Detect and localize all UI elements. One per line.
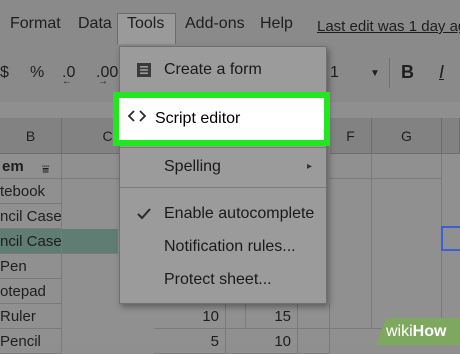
increase-decimal-arrow-icon: → bbox=[98, 76, 108, 87]
table-row[interactable]: tebook bbox=[0, 179, 62, 204]
menu-item-protect-sheet[interactable]: Protect sheet... bbox=[120, 263, 326, 297]
cell-e-pencil[interactable] bbox=[298, 329, 330, 354]
table-row[interactable]: otepad bbox=[0, 279, 62, 304]
code-brackets-icon bbox=[125, 99, 149, 133]
cell-pencil-value-a[interactable]: 5 bbox=[154, 329, 226, 354]
italic-button[interactable]: I bbox=[439, 62, 444, 83]
checkmark-icon bbox=[132, 197, 156, 231]
column-header-b[interactable]: B bbox=[0, 118, 62, 154]
form-icon bbox=[132, 53, 156, 87]
cell-f-block[interactable] bbox=[330, 179, 372, 329]
table-row[interactable]: Ruler bbox=[0, 304, 62, 329]
cell-f1[interactable] bbox=[330, 154, 372, 179]
cell-e-ruler[interactable] bbox=[298, 304, 330, 329]
watermark-how: How bbox=[412, 323, 447, 340]
menu-format[interactable]: Format bbox=[10, 12, 61, 36]
table-row-selected[interactable]: ncil Case bbox=[0, 229, 62, 254]
cell-g1[interactable] bbox=[372, 154, 442, 179]
menu-item-label: Script editor bbox=[155, 110, 241, 127]
table-row[interactable]: ncil Case bbox=[0, 204, 62, 229]
last-edit-link[interactable]: Last edit was 1 day ago bbox=[317, 18, 460, 35]
menu-item-notification-rules[interactable]: Notification rules... bbox=[120, 230, 326, 264]
menu-divider bbox=[120, 147, 326, 148]
menu-item-label: Notification rules... bbox=[164, 238, 296, 255]
menu-divider bbox=[120, 187, 326, 188]
column-header-g[interactable]: G bbox=[372, 118, 442, 154]
menu-item-spelling[interactable]: Spelling ▸ bbox=[120, 150, 326, 184]
cell-ruler-value-a[interactable]: 10 bbox=[154, 304, 226, 329]
bold-button[interactable]: B bbox=[401, 62, 414, 83]
menu-item-label: Protect sheet... bbox=[164, 271, 272, 288]
toolbar-divider bbox=[389, 58, 390, 88]
table-row[interactable]: Pen bbox=[0, 254, 62, 279]
percent-format-button[interactable]: % bbox=[30, 64, 44, 82]
submenu-arrow-icon: ▸ bbox=[306, 161, 312, 172]
column-header-next[interactable] bbox=[442, 118, 460, 154]
menu-item-label: Enable autocomplete bbox=[164, 205, 315, 222]
table-row[interactable]: Pencil bbox=[0, 329, 62, 354]
menu-item-script-editor[interactable]: Script editor bbox=[113, 92, 330, 146]
menu-item-label: Create a form bbox=[164, 61, 262, 78]
watermark-wiki: wiki bbox=[386, 323, 413, 340]
column-header-f[interactable]: F bbox=[330, 118, 372, 154]
menu-add-ons[interactable]: Add-ons bbox=[185, 12, 245, 36]
font-size-dropdown-icon[interactable]: ▼ bbox=[370, 68, 380, 79]
menu-item-label: Spelling bbox=[164, 158, 221, 175]
wikihow-watermark: wikiHow bbox=[376, 318, 460, 345]
menu-item-enable-autocomplete[interactable]: Enable autocomplete bbox=[120, 197, 326, 231]
decrease-decimal-arrow-icon: ← bbox=[62, 76, 72, 87]
selected-cell[interactable] bbox=[441, 226, 460, 251]
cell-ruler-value-b[interactable]: 15 bbox=[226, 304, 298, 329]
font-size-input[interactable]: 1 bbox=[330, 64, 339, 82]
menu-data[interactable]: Data bbox=[78, 12, 112, 36]
table-row-selected-c[interactable] bbox=[62, 229, 118, 254]
menu-help[interactable]: Help bbox=[260, 12, 293, 36]
tools-dropdown-menu: Create a form Spelling ▸ Enable autocomp… bbox=[119, 46, 327, 304]
cell-pencil-value-b[interactable]: 10 bbox=[226, 329, 298, 354]
cell-g-block[interactable] bbox=[372, 179, 442, 329]
menu-item-create-form[interactable]: Create a form bbox=[120, 53, 326, 87]
currency-format-button[interactable]: $ bbox=[0, 64, 9, 82]
menu-tools[interactable]: Tools bbox=[127, 12, 164, 36]
